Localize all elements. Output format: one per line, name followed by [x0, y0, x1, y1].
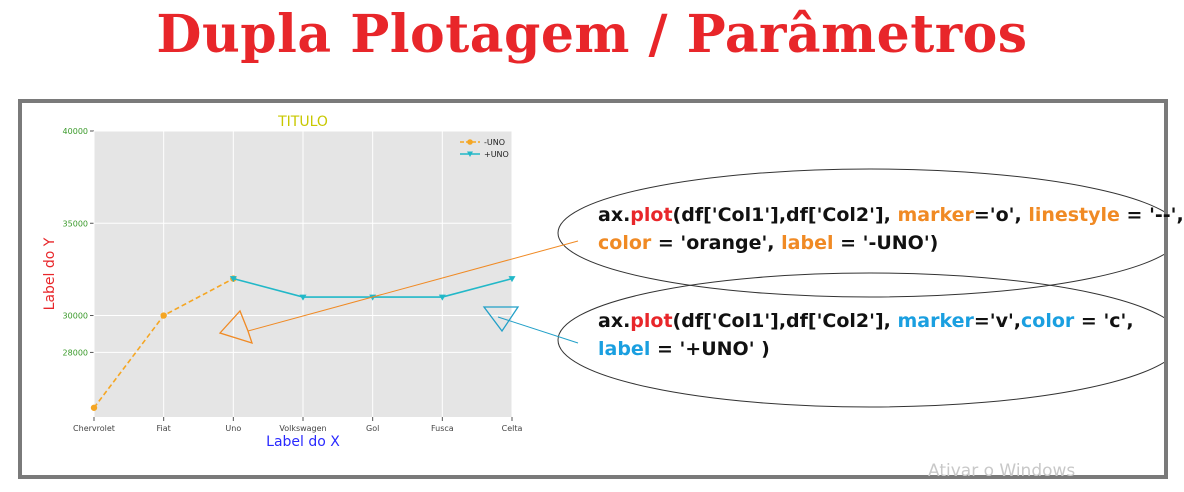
windows-activation-watermark: Ativar o Windows	[928, 461, 1076, 481]
y-tick-label: 30000	[63, 312, 88, 321]
code-keyword: label	[598, 338, 651, 360]
legend-marker	[467, 139, 473, 145]
data-point	[160, 312, 167, 319]
code-annotation-cyan: ax.plot(df['Col1'],df['Col2'], marker='v…	[598, 307, 1134, 363]
x-tick-label: Celta	[502, 424, 523, 433]
code-text: ax.	[598, 310, 631, 332]
slide-frame: 28000 30000 35000 40000 Chervrolet Fiat Uno Vol…	[18, 99, 1184, 479]
y-tick-label: 35000	[63, 219, 88, 228]
y-tick-label: 40000	[63, 127, 88, 136]
code-text: ='o',	[973, 204, 1029, 226]
code-keyword: plot	[630, 204, 673, 226]
code-keyword: color	[1021, 310, 1075, 332]
x-tick-label: Volkswagen	[279, 424, 326, 433]
page-title: Dupla Plotagem / Parâmetros	[156, 4, 1028, 65]
x-tick-label: Chervrolet	[73, 424, 115, 433]
x-tick-label: Fusca	[431, 424, 454, 433]
code-text: = 'orange',	[651, 232, 782, 254]
code-text: = 'c',	[1074, 310, 1134, 332]
code-text: (df['Col1'],df['Col2'],	[672, 204, 898, 226]
code-text: = '-UNO')	[833, 232, 939, 254]
x-tick-label: Uno	[225, 424, 241, 433]
code-keyword: label	[781, 232, 834, 254]
code-keyword: marker	[897, 204, 974, 226]
code-text: ax.	[598, 204, 631, 226]
y-tick-label: 28000	[63, 348, 88, 357]
code-annotation-orange: ax.plot(df['Col1'],df['Col2'], marker='o…	[598, 201, 1184, 257]
y-axis-label: Label do Y	[42, 237, 58, 310]
code-keyword: color	[598, 232, 652, 254]
code-text: (df['Col1'],df['Col2'],	[672, 310, 898, 332]
chart-title: TITULO	[277, 114, 328, 130]
legend-label: +UNO	[484, 150, 509, 159]
code-keyword: linestyle	[1028, 204, 1120, 226]
x-tick-label: Gol	[366, 424, 379, 433]
legend-label: -UNO	[484, 138, 505, 147]
code-text: ='v',	[973, 310, 1022, 332]
code-keyword: plot	[630, 310, 673, 332]
code-keyword: marker	[897, 310, 974, 332]
code-text: = '+UNO' )	[650, 338, 770, 360]
data-point	[90, 404, 98, 411]
x-tick-label: Fiat	[157, 424, 171, 433]
code-text: = '--',	[1119, 204, 1184, 226]
x-axis-label: Label do X	[266, 434, 340, 450]
chart: 28000 30000 35000 40000 Chervrolet Fiat Uno Vol…	[42, 114, 1164, 450]
